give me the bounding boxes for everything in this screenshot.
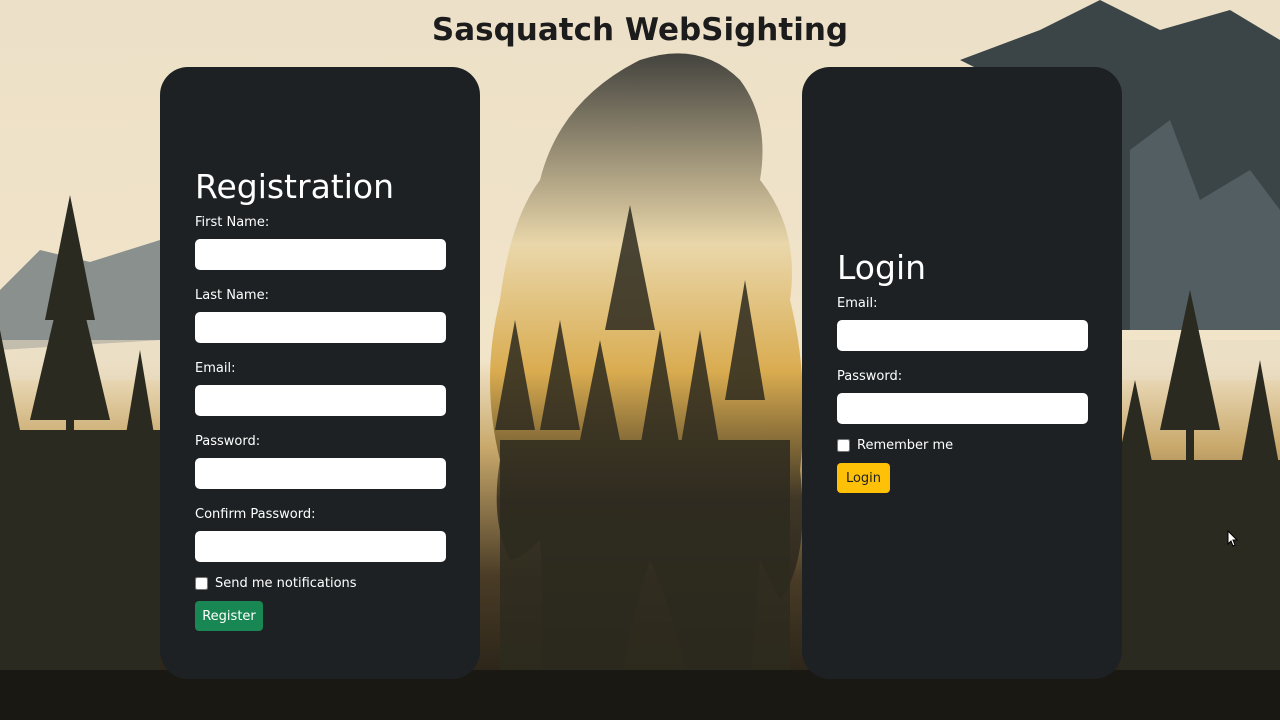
registration-email-input[interactable] xyxy=(195,385,446,416)
mouse-cursor-icon xyxy=(1227,530,1239,547)
first-name-label: First Name: xyxy=(195,215,270,230)
notifications-row: Send me notifications xyxy=(195,576,445,591)
confirm-password-input[interactable] xyxy=(195,531,446,562)
login-panel: Login Email: Password: Remember me Login xyxy=(802,67,1122,679)
registration-heading: Registration xyxy=(195,167,394,206)
registration-email-label: Email: xyxy=(195,361,236,376)
login-email-input[interactable] xyxy=(837,320,1088,351)
register-button[interactable]: Register xyxy=(195,601,263,631)
login-button[interactable]: Login xyxy=(837,463,890,493)
last-name-input[interactable] xyxy=(195,312,446,343)
registration-password-input[interactable] xyxy=(195,458,446,489)
remember-me-checkbox[interactable] xyxy=(837,439,850,452)
remember-me-row: Remember me xyxy=(837,438,1087,453)
login-heading: Login xyxy=(837,248,927,287)
remember-me-label: Remember me xyxy=(857,438,954,453)
registration-password-label: Password: xyxy=(195,434,261,449)
notifications-label: Send me notifications xyxy=(215,576,357,591)
confirm-password-label: Confirm Password: xyxy=(195,507,316,522)
first-name-input[interactable] xyxy=(195,239,446,270)
login-password-label: Password: xyxy=(837,369,903,384)
login-password-input[interactable] xyxy=(837,393,1088,424)
registration-panel: Registration First Name: Last Name: Emai… xyxy=(160,67,480,679)
login-email-label: Email: xyxy=(837,296,878,311)
page-title: Sasquatch WebSighting xyxy=(431,12,849,48)
last-name-label: Last Name: xyxy=(195,288,269,303)
notifications-checkbox[interactable] xyxy=(195,577,208,590)
